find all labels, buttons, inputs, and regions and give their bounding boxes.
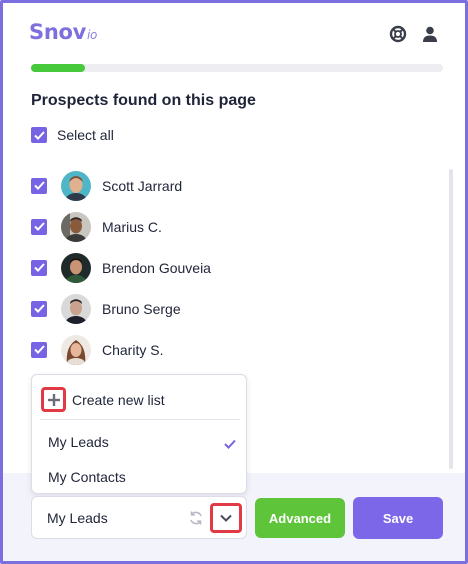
create-new-list-item[interactable]: Create new list — [41, 387, 165, 412]
extension-window: Snovio Prospects found on this page Sele… — [0, 0, 468, 564]
dropdown-option-label: My Leads — [48, 434, 109, 450]
user-icon[interactable] — [421, 25, 439, 43]
avatar — [61, 252, 91, 283]
prospect-name[interactable]: Scott Jarrard — [102, 178, 182, 194]
prospect-name[interactable]: Charity S. — [102, 342, 163, 358]
prospect-checkbox[interactable] — [31, 177, 47, 194]
header-actions — [389, 25, 439, 43]
save-button[interactable]: Save — [353, 497, 443, 539]
progress-fill — [31, 64, 85, 72]
prospect-checkbox[interactable] — [31, 218, 47, 235]
scrollbar[interactable] — [449, 169, 453, 469]
avatar — [61, 293, 91, 324]
lifebuoy-icon[interactable] — [389, 25, 407, 43]
check-icon — [224, 436, 236, 452]
prospect-name[interactable]: Marius C. — [102, 219, 162, 235]
prospect-row: Brendon Gouveia — [31, 247, 411, 288]
prospect-list: Scott Jarrard Marius C. Brendon Gouveia … — [31, 165, 411, 370]
page-title: Prospects found on this page — [31, 92, 256, 109]
prospect-row: Scott Jarrard — [31, 165, 411, 206]
prospect-name[interactable]: Bruno Serge — [102, 301, 181, 317]
prospect-checkbox[interactable] — [31, 300, 47, 317]
prospect-name[interactable]: Brendon Gouveia — [102, 260, 211, 276]
dropdown-option-label: My Contacts — [48, 469, 126, 485]
dropdown-option-my-leads[interactable]: My Leads — [48, 434, 236, 450]
prospect-row: Marius C. — [31, 206, 411, 247]
prospect-row: Charity S. — [31, 329, 411, 370]
chevron-down-icon[interactable] — [210, 503, 242, 533]
plus-icon[interactable] — [41, 387, 66, 412]
refresh-icon[interactable] — [188, 510, 204, 531]
dropdown-divider — [40, 419, 240, 420]
prospect-row: Bruno Serge — [31, 288, 411, 329]
avatar — [61, 170, 91, 201]
create-new-list-label: Create new list — [72, 391, 165, 408]
progress-bar — [31, 64, 443, 72]
list-select[interactable]: My Leads — [31, 496, 247, 539]
dropdown-option-my-contacts[interactable]: My Contacts — [48, 469, 228, 485]
prospect-checkbox[interactable] — [31, 341, 47, 358]
logo-text: Snov — [29, 20, 86, 44]
list-select-value: My Leads — [47, 510, 108, 526]
avatar — [61, 211, 91, 242]
snovio-logo: Snovio — [29, 20, 97, 44]
select-all-row[interactable]: Select all — [31, 127, 114, 143]
prospect-checkbox[interactable] — [31, 259, 47, 276]
list-dropdown-menu: Create new list My Leads My Contacts — [31, 374, 247, 494]
select-all-label: Select all — [57, 127, 114, 143]
avatar — [61, 334, 91, 365]
advanced-button[interactable]: Advanced — [255, 498, 345, 538]
select-all-checkbox[interactable] — [31, 127, 47, 143]
logo-suffix: io — [87, 28, 98, 42]
